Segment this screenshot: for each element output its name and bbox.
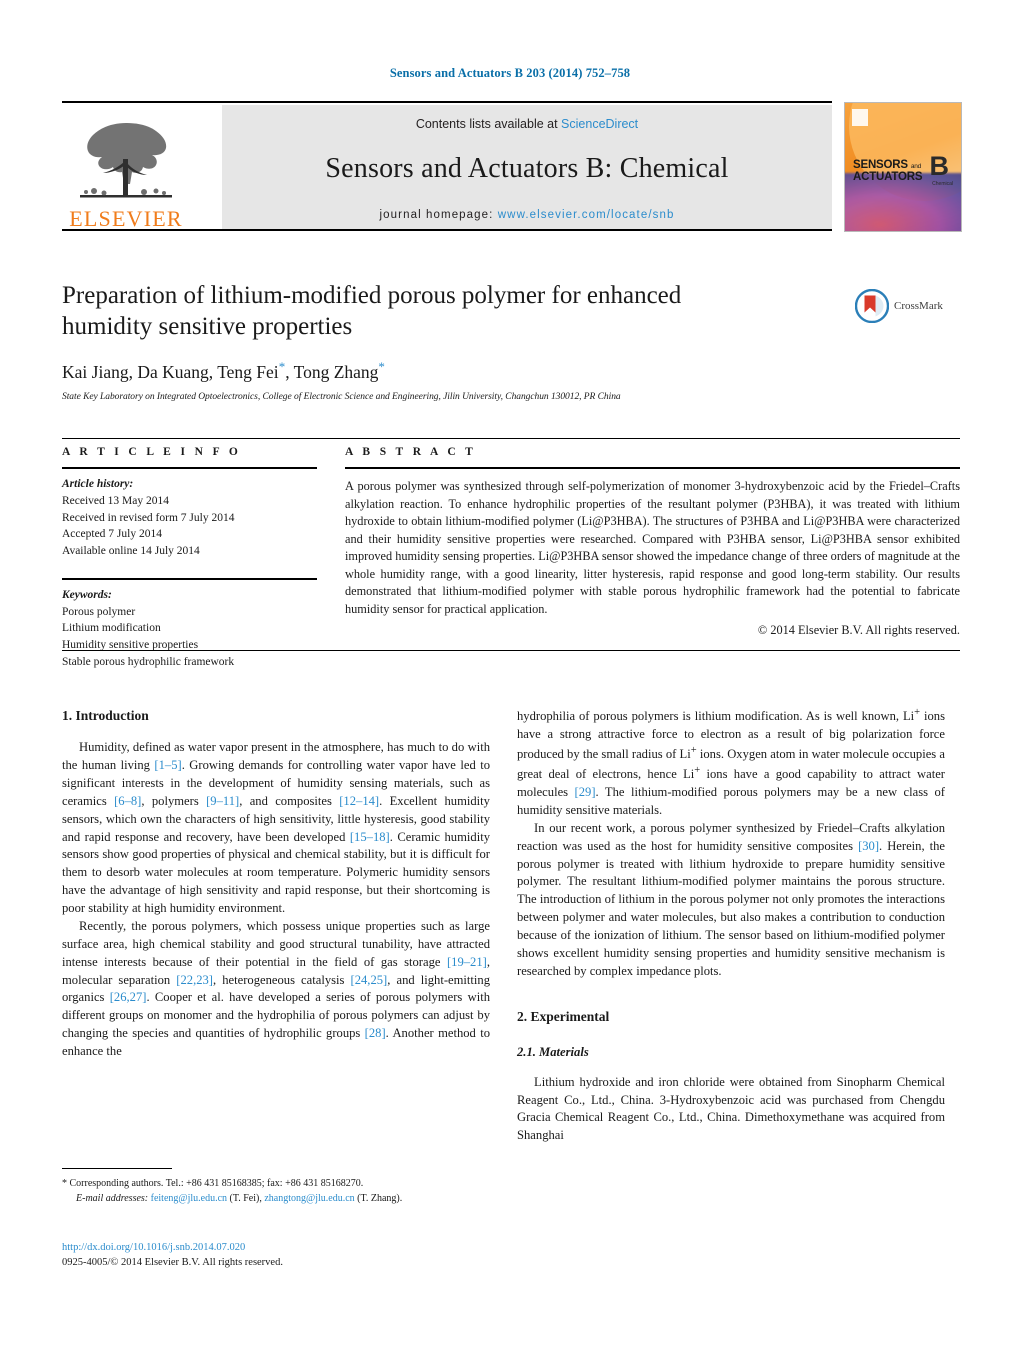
paragraph: Recently, the porous polymers, which pos… [62, 918, 490, 1061]
contents-line: Contents lists available at ScienceDirec… [416, 117, 638, 131]
info-bottom-rule [62, 650, 960, 651]
abstract-text: A porous polymer was synthesized through… [345, 479, 960, 617]
keywords-group: Keywords: Porous polymer Lithium modific… [62, 587, 317, 671]
cover-line1: SENSORS [853, 159, 908, 171]
citation-ref[interactable]: [15–18] [350, 830, 390, 844]
citation-ref[interactable]: [24,25] [351, 973, 388, 987]
journal-title: Sensors and Actuators B: Chemical [325, 153, 729, 184]
cover-line2: ACTUATORS [853, 171, 923, 184]
footnote-block: * Corresponding authors. Tel.: +86 431 8… [62, 1168, 490, 1206]
email-note: E-mail addresses: feiteng@jlu.edu.cn (T.… [62, 1191, 490, 1206]
corresponding-author-note: * Corresponding authors. Tel.: +86 431 8… [62, 1176, 490, 1191]
doi-link[interactable]: http://dx.doi.org/10.1016/j.snb.2014.07.… [62, 1240, 490, 1255]
issn-copyright: 0925-4005/© 2014 Elsevier B.V. All right… [62, 1257, 283, 1269]
masthead-bottom-rule [62, 229, 832, 231]
journal-masthead: ELSEVIER Contents lists available at Sci… [62, 101, 962, 232]
citation-ref[interactable]: [19–21] [447, 955, 487, 969]
doi-block: http://dx.doi.org/10.1016/j.snb.2014.07.… [62, 1240, 490, 1270]
authors-head: Kai Jiang, Da Kuang, Teng Fei [62, 361, 279, 382]
corresponding-marker-2[interactable]: * [378, 359, 385, 374]
text-run: , polymers [141, 793, 207, 808]
masthead-top-rule [62, 101, 832, 103]
email1-who: (T. Fei), [227, 1193, 265, 1204]
abstract-copyright: © 2014 Elsevier B.V. All rights reserved… [757, 622, 960, 637]
article-info-rule [62, 467, 317, 469]
contents-prefix: Contents lists available at [415, 117, 562, 131]
citation-ref[interactable]: [22,23] [176, 973, 213, 987]
citation-ref[interactable]: [29] [575, 785, 596, 799]
citation-ref[interactable]: [6–8] [114, 794, 141, 808]
abstract-heading: A B S T R A C T [345, 446, 477, 458]
citation-ref[interactable]: [1–5] [154, 758, 181, 772]
crossmark-badge[interactable]: CrossMark [855, 286, 960, 326]
text-run: . Herein, the porous polymer is treated … [517, 838, 946, 978]
cover-letter-sub: Chemical [932, 181, 953, 187]
body-left-column: 1. Introduction Humidity, defined as wat… [62, 706, 490, 1061]
body-right-column: hydrophilia of porous polymers is lithiu… [517, 706, 945, 1145]
text-run: , heterogeneous catalysis [213, 972, 351, 987]
text-run: Recently, the porous polymers, which pos… [62, 918, 490, 969]
crossmark-label: CrossMark [894, 300, 943, 312]
section-heading-introduction: 1. Introduction [62, 708, 149, 723]
citation-ref[interactable]: [28] [365, 1026, 386, 1040]
elsevier-tree-icon [80, 123, 172, 198]
author-list: Kai Jiang, Da Kuang, Teng Fei *, Tong Zha… [62, 359, 852, 383]
citation-ref[interactable]: [30] [858, 839, 879, 853]
keywords-heading: Keywords: [62, 588, 112, 601]
abstract-column: A B S T R A C T A porous polymer was syn… [345, 446, 960, 638]
keyword-item: Humidity sensitive properties [62, 639, 199, 652]
cover-title-text: SENSORS and ACTUATORS [853, 159, 923, 184]
email-link-fei[interactable]: feiteng@jlu.edu.cn [151, 1193, 227, 1204]
homepage-prefix: journal homepage: [379, 209, 498, 221]
article-info-heading: A R T I C L E I N F O [62, 446, 242, 458]
journal-cover-thumbnail: SENSORS and ACTUATORS B Chemical [844, 102, 962, 232]
history-item: Received in revised form 7 July 2014 [62, 511, 235, 524]
citation-ref[interactable]: [12–14] [339, 794, 379, 808]
history-item: Available online 14 July 2014 [62, 545, 200, 558]
history-item: Accepted 7 July 2014 [62, 528, 162, 541]
article-history-group: Article history: Received 13 May 2014 Re… [62, 476, 317, 560]
email2-who: (T. Zhang). [354, 1193, 403, 1204]
journal-homepage-line: journal homepage: www.elsevier.com/locat… [380, 209, 675, 221]
article-history-heading: Article history: [62, 478, 134, 490]
cover-and: and [910, 163, 922, 170]
crossmark-icon [855, 289, 889, 323]
footnote-rule [62, 1168, 172, 1169]
keywords-rule [62, 577, 317, 580]
article-page: Sensors and Actuators B 203 (2014) 752–7… [0, 0, 1020, 1351]
paragraph: In our recent work, a porous polymer syn… [517, 820, 945, 981]
abstract-rule [345, 467, 960, 469]
elsevier-logo: ELSEVIER [62, 106, 190, 230]
sciencedirect-link[interactable]: ScienceDirect [561, 117, 638, 131]
email-addresses-label: E-mail addresses: [76, 1193, 149, 1204]
elsevier-wordmark: ELSEVIER [69, 206, 183, 231]
page-title: Preparation of lithium-modified porous p… [62, 282, 682, 340]
title-block: Preparation of lithium-modified porous p… [62, 280, 852, 402]
section-heading-experimental: 2. Experimental [517, 1008, 610, 1024]
footnote-corresponding-text: Corresponding authors. Tel.: +86 431 851… [67, 1178, 364, 1189]
cover-elsevier-mark [852, 109, 868, 126]
article-info-column: A R T I C L E I N F O Article history: R… [62, 446, 317, 671]
paragraph: Humidity, defined as water vapor present… [62, 739, 490, 918]
keyword-item: Stable porous hydrophilic framework [62, 656, 235, 669]
subsection-heading-materials: 2.1. Materials [517, 1044, 589, 1059]
homepage-url-link[interactable]: www.elsevier.com/locate/snb [498, 209, 675, 221]
keyword-item: Lithium modification [62, 622, 161, 635]
info-top-rule [62, 438, 960, 439]
text-run: , and composites [239, 793, 340, 808]
affiliation: State Key Laboratory on Integrated Optoe… [62, 391, 621, 402]
history-item: Received 13 May 2014 [62, 494, 169, 507]
paragraph: Lithium hydroxide and iron chloride were… [517, 1074, 945, 1143]
journal-band: Contents lists available at ScienceDirec… [222, 105, 832, 229]
text-run: hydrophilia of porous polymers is lithiu… [517, 709, 915, 724]
keyword-item: Porous polymer [62, 605, 136, 618]
cover-letter-b: B [929, 151, 950, 181]
running-head: Sensors and Actuators B 203 (2014) 752–7… [389, 66, 631, 80]
authors-tail: , Tong Zhang [285, 361, 379, 382]
citation-ref[interactable]: [26,27] [110, 990, 147, 1004]
email-link-zhang[interactable]: zhangtong@jlu.edu.cn [264, 1193, 354, 1204]
paragraph: hydrophilia of porous polymers is lithiu… [517, 706, 945, 820]
citation-ref[interactable]: [9–11] [206, 794, 239, 808]
